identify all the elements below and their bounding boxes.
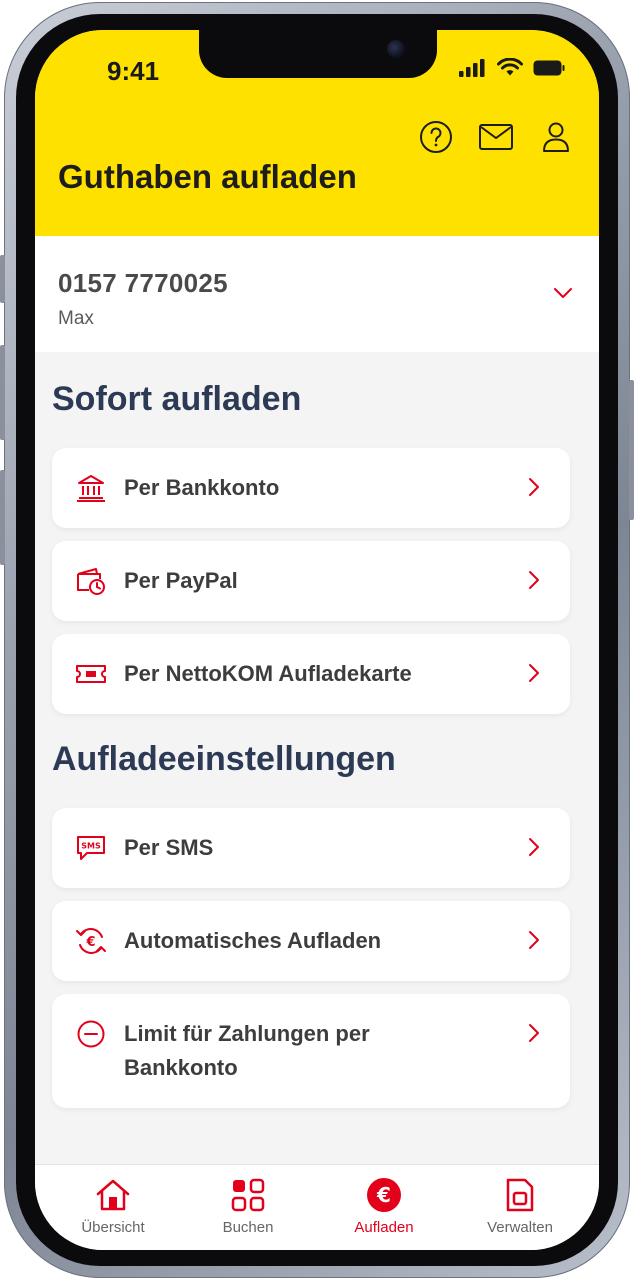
svg-text:€: € [376, 1183, 391, 1207]
grid-icon [228, 1175, 268, 1215]
sms-icon: SMS [74, 831, 108, 865]
nav-item-aufladen[interactable]: € Aufladen [324, 1175, 444, 1236]
list-item-paypal[interactable]: Per PayPal [52, 541, 570, 621]
phone-number: 0157 7770025 [58, 268, 228, 298]
list-item-label: Per PayPal [124, 568, 238, 593]
chevron-right-icon [528, 663, 540, 688]
side-button [629, 380, 634, 520]
list-item-label: Per SMS [124, 835, 214, 860]
mail-icon[interactable] [479, 120, 513, 154]
header-actions [419, 120, 573, 154]
svg-text:SMS: SMS [81, 842, 101, 851]
nav-label: Übersicht [81, 1219, 145, 1236]
euro-cycle-icon: € [74, 924, 108, 958]
nav-label: Aufladen [354, 1219, 414, 1236]
minus-circle-icon [74, 1017, 108, 1051]
side-button [0, 255, 5, 303]
wallet-clock-icon [74, 564, 108, 598]
help-icon[interactable] [419, 120, 453, 154]
section-title-sofort: Sofort aufladen [52, 380, 302, 418]
chevron-right-icon [528, 837, 540, 862]
nav-label: Buchen [222, 1219, 274, 1236]
account-name: Max [58, 308, 94, 329]
side-button [0, 345, 5, 440]
list-item-label: Automatisches Aufladen [124, 928, 382, 953]
front-camera [387, 40, 405, 58]
wifi-icon [497, 58, 523, 76]
chevron-right-icon [528, 930, 540, 955]
status-icons [459, 58, 565, 77]
list-item-automatisch[interactable]: € Automatisches Aufladen [52, 901, 570, 981]
page-title: Guthaben aufladen [58, 158, 357, 195]
list-item-sms[interactable]: SMS Per SMS [52, 808, 570, 888]
chevron-down-icon[interactable] [553, 286, 573, 304]
list-item-limit[interactable]: Limit für Zahlungen per Bankkonto [52, 994, 570, 1108]
nav-label: Verwalten [487, 1219, 553, 1236]
status-time: 9:41 [107, 56, 160, 86]
notch [199, 30, 437, 78]
bottom-nav: Übersicht Buchen € Aufladen Verwalten [35, 1164, 599, 1250]
chevron-right-icon [528, 570, 540, 595]
home-icon [93, 1175, 133, 1215]
svg-text:€: € [85, 935, 95, 950]
nav-item-uebersicht[interactable]: Übersicht [53, 1175, 173, 1236]
list-item-label: Limit für Zahlungen per Bankkonto [124, 1021, 370, 1080]
side-button [0, 470, 5, 565]
signal-icon [459, 58, 485, 77]
section-title-einstellungen: Aufladeeinstellungen [52, 740, 396, 778]
battery-icon [533, 60, 565, 75]
list-item-bankkonto[interactable]: Per Bankkonto [52, 448, 570, 528]
sim-card-icon [500, 1175, 540, 1215]
bank-icon [74, 471, 108, 505]
list-item-label: Per Bankkonto [124, 475, 280, 500]
nav-item-verwalten[interactable]: Verwalten [460, 1175, 580, 1236]
list-item-label: Per NettoKOM Aufladekarte [124, 661, 412, 686]
account-selector[interactable]: 0157 7770025 Max [35, 236, 599, 352]
screen: 9:41 Guthaben aufladen 0157 7770025 Max … [35, 30, 599, 1250]
user-icon[interactable] [539, 120, 573, 154]
list-item-aufladekarte[interactable]: Per NettoKOM Aufladekarte [52, 634, 570, 714]
chevron-right-icon [528, 477, 540, 502]
ticket-icon [74, 657, 108, 691]
nav-item-buchen[interactable]: Buchen [188, 1175, 308, 1236]
chevron-right-icon [528, 1023, 540, 1048]
euro-icon: € [364, 1175, 404, 1215]
